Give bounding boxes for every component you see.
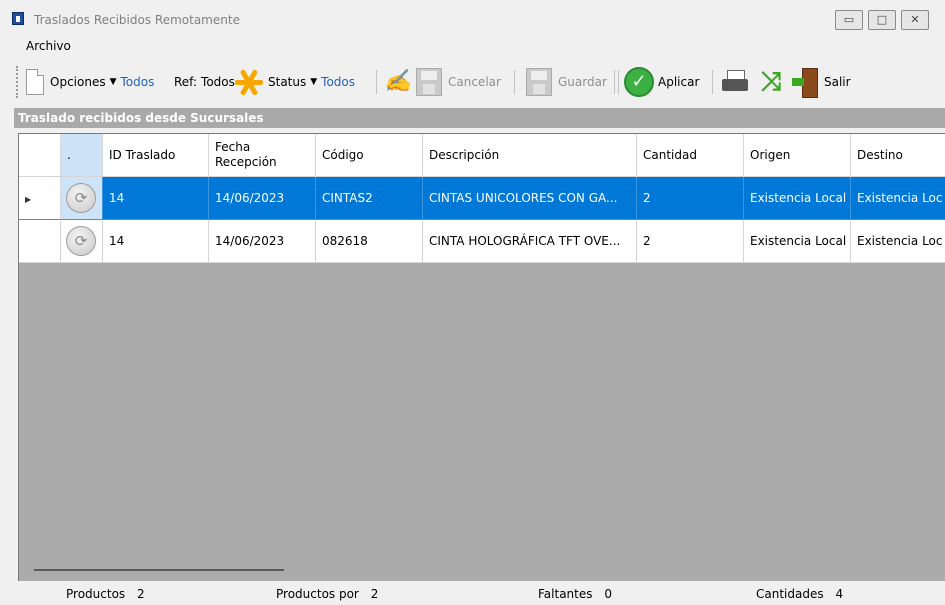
faltantes-label: Faltantes: [538, 587, 593, 601]
cancelar-button[interactable]: Cancelar: [416, 62, 501, 102]
cancelar-label: Cancelar: [448, 75, 501, 89]
toolbar-separator: [618, 70, 619, 94]
cell-cantidad[interactable]: 2: [637, 220, 744, 263]
salir-button[interactable]: Salir: [792, 62, 851, 102]
column-header-cantidad[interactable]: Cantidad: [637, 134, 744, 177]
productos-value: 2: [136, 587, 145, 601]
guardar-label: Guardar: [558, 75, 607, 89]
toolbar: Opciones ▼ Todos Ref: Todos Status ▼ Tod…: [14, 62, 945, 102]
cell-cantidad[interactable]: 2: [637, 177, 744, 220]
menu-archivo[interactable]: Archivo: [26, 39, 71, 53]
row-header-corner: [19, 134, 61, 177]
cell-destino[interactable]: Existencia Loc: [851, 177, 945, 220]
app-icon[interactable]: [12, 12, 24, 25]
aplicar-button[interactable]: ✓ Aplicar: [624, 62, 699, 102]
exit-door-icon: [792, 67, 818, 98]
guardar-button[interactable]: Guardar: [526, 62, 607, 102]
save-disk-icon: [526, 68, 552, 96]
aplicar-label: Aplicar: [658, 75, 700, 89]
row-status-cell[interactable]: [61, 177, 103, 220]
toolbar-separator: [712, 70, 713, 94]
productos-label: Productos: [66, 587, 126, 601]
cell-origen[interactable]: Existencia Local: [744, 220, 851, 263]
ref-filter[interactable]: Ref: Todos: [174, 62, 235, 102]
cell-id[interactable]: 14: [103, 220, 209, 263]
maximize-icon: □: [876, 13, 888, 26]
row-selector[interactable]: [19, 220, 61, 263]
cantidades-stat: Cantidades 4: [756, 587, 843, 601]
signature-icon: ✍: [384, 69, 412, 94]
ref-label: Ref:: [174, 75, 198, 89]
cancel-disk-icon: [416, 68, 442, 96]
cell-fecha[interactable]: 14/06/2023: [209, 177, 316, 220]
cell-descripcion[interactable]: CINTA HOLOGRÁFICA TFT OVE...: [423, 220, 637, 263]
close-icon: ✕: [910, 13, 920, 26]
productos-stat: Productos 2: [66, 587, 145, 601]
productos-por-label: Productos por: [276, 587, 359, 601]
transfers-grid[interactable]: . ID Traslado Fecha Recepción Código Des…: [18, 133, 945, 581]
document-icon: [26, 69, 44, 95]
cell-destino[interactable]: Existencia Loc: [851, 220, 945, 263]
toolbar-separator: [614, 70, 615, 94]
opciones-value[interactable]: Todos: [121, 75, 155, 89]
cell-fecha[interactable]: 14/06/2023: [209, 220, 316, 263]
row-pointer-icon: ▶: [25, 195, 32, 204]
cell-id[interactable]: 14: [103, 177, 209, 220]
cantidades-label: Cantidades: [756, 587, 824, 601]
sync-icon: [66, 183, 96, 213]
status-star-icon: [232, 68, 266, 96]
row-selector[interactable]: ▶: [19, 177, 61, 220]
opciones-dropdown[interactable]: Opciones ▼ Todos: [26, 62, 154, 102]
signature-button[interactable]: ✍: [384, 62, 412, 102]
column-header-descripcion[interactable]: Descripción: [423, 134, 637, 177]
minimize-button[interactable]: ▭: [835, 10, 863, 30]
ref-value[interactable]: Todos: [201, 75, 235, 89]
menu-bar: Archivo: [0, 34, 945, 58]
column-header-destino[interactable]: Destino: [851, 134, 945, 177]
status-value[interactable]: Todos: [321, 75, 355, 89]
shuffle-button[interactable]: ⤨: [754, 62, 788, 102]
section-header: Traslado recibidos desde Sucursales: [14, 108, 945, 128]
cell-origen[interactable]: Existencia Local: [744, 177, 851, 220]
salir-label: Salir: [824, 75, 851, 89]
column-header-codigo[interactable]: Código: [316, 134, 423, 177]
productos-por-stat: Productos por 2: [276, 587, 378, 601]
faltantes-stat: Faltantes 0: [538, 587, 612, 601]
toolbar-separator: [376, 70, 377, 94]
window-controls: ▭ □ ✕: [835, 10, 929, 30]
opciones-label: Opciones: [50, 75, 106, 89]
grid-header-row: . ID Traslado Fecha Recepción Código Des…: [19, 134, 945, 177]
column-header-id[interactable]: ID Traslado: [103, 134, 209, 177]
productos-por-value: 2: [370, 587, 379, 601]
cell-descripcion[interactable]: CINTAS UNICOLORES CON GA...: [423, 177, 637, 220]
row-status-cell[interactable]: [61, 220, 103, 263]
caret-down-icon: ▼: [109, 77, 117, 87]
maximize-button[interactable]: □: [868, 10, 896, 30]
horizontal-scrollbar[interactable]: [34, 569, 284, 571]
cell-codigo[interactable]: 082618: [316, 220, 423, 263]
minimize-icon: ▭: [843, 13, 855, 26]
status-bar: Productos 2 Productos por 2 Faltantes 0 …: [0, 581, 945, 605]
close-button[interactable]: ✕: [901, 10, 929, 30]
toolbar-grip[interactable]: [16, 66, 19, 98]
title-bar: Traslados Recibidos Remotamente ▭ □ ✕: [0, 0, 945, 34]
print-button[interactable]: [720, 62, 750, 102]
check-icon: ✓: [624, 67, 654, 97]
toolbar-separator: [514, 70, 515, 94]
table-row[interactable]: ▶ 14 14/06/2023 CINTAS2 CINTAS UNICOLORE…: [19, 177, 945, 220]
table-row[interactable]: 14 14/06/2023 082618 CINTA HOLOGRÁFICA T…: [19, 220, 945, 263]
sync-icon: [66, 226, 96, 256]
status-label: Status: [268, 75, 307, 89]
status-dropdown[interactable]: Status ▼ Todos: [232, 62, 355, 102]
printer-icon: [720, 69, 750, 95]
cell-codigo[interactable]: CINTAS2: [316, 177, 423, 220]
column-header-status[interactable]: .: [61, 134, 103, 177]
column-header-origen[interactable]: Origen: [744, 134, 851, 177]
faltantes-value: 0: [604, 587, 612, 601]
caret-down-icon: ▼: [310, 77, 318, 87]
window-title: Traslados Recibidos Remotamente: [34, 13, 240, 27]
shuffle-icon: ⤨: [760, 67, 782, 97]
column-header-fecha[interactable]: Fecha Recepción: [209, 134, 316, 177]
cantidades-value: 4: [835, 587, 844, 601]
